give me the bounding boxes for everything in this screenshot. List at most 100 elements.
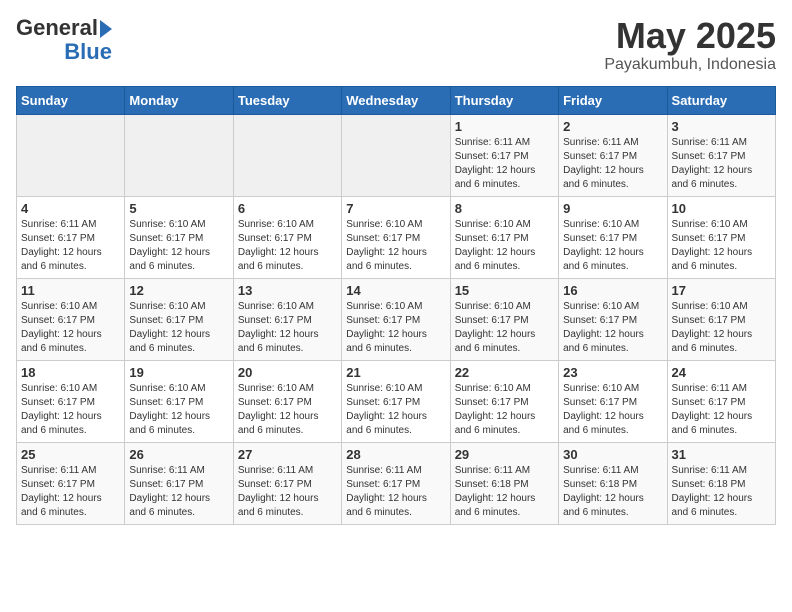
logo-general: General [16, 16, 98, 40]
day-info: Sunrise: 6:10 AM Sunset: 6:17 PM Dayligh… [129, 218, 228, 274]
calendar-cell: 13 Sunrise: 6:10 AM Sunset: 6:17 PM Dayli… [233, 278, 341, 360]
day-number: 25 [21, 447, 120, 462]
day-number: 28 [346, 447, 445, 462]
day-number: 22 [455, 365, 554, 380]
calendar-cell: 8 Sunrise: 6:10 AM Sunset: 6:17 PM Daylig… [450, 196, 558, 278]
day-header-friday: Friday [559, 86, 667, 114]
calendar-cell: 11 Sunrise: 6:10 AM Sunset: 6:17 PM Dayli… [17, 278, 125, 360]
day-info: Sunrise: 6:10 AM Sunset: 6:17 PM Dayligh… [455, 218, 554, 274]
day-info: Sunrise: 6:11 AM Sunset: 6:17 PM Dayligh… [672, 382, 771, 438]
calendar-title: May 2025 [604, 16, 776, 56]
day-info: Sunrise: 6:10 AM Sunset: 6:17 PM Dayligh… [238, 382, 337, 438]
day-number: 7 [346, 201, 445, 216]
calendar-cell [233, 114, 341, 196]
day-info: Sunrise: 6:11 AM Sunset: 6:17 PM Dayligh… [21, 464, 120, 520]
day-info: Sunrise: 6:10 AM Sunset: 6:17 PM Dayligh… [129, 382, 228, 438]
day-number: 31 [672, 447, 771, 462]
day-info: Sunrise: 6:11 AM Sunset: 6:17 PM Dayligh… [672, 136, 771, 192]
day-info: Sunrise: 6:10 AM Sunset: 6:17 PM Dayligh… [129, 300, 228, 356]
calendar-cell: 14 Sunrise: 6:10 AM Sunset: 6:17 PM Dayli… [342, 278, 450, 360]
day-header-saturday: Saturday [667, 86, 775, 114]
calendar-cell: 16Sunrise: 6:10 AM Sunset: 6:17 PM Dayli… [559, 278, 667, 360]
day-number: 29 [455, 447, 554, 462]
day-number: 20 [238, 365, 337, 380]
calendar-cell: 19 Sunrise: 6:10 AM Sunset: 6:17 PM Dayli… [125, 360, 233, 442]
page-header: General Blue May 2025 Payakumbuh, Indone… [16, 16, 776, 74]
day-number: 5 [129, 201, 228, 216]
calendar-cell: 7 Sunrise: 6:10 AM Sunset: 6:17 PM Daylig… [342, 196, 450, 278]
day-info: Sunrise: 6:10 AM Sunset: 6:17 PM Dayligh… [346, 382, 445, 438]
day-number: 6 [238, 201, 337, 216]
day-info: Sunrise: 6:10 AM Sunset: 6:17 PM Dayligh… [563, 218, 662, 274]
calendar-cell: 23Sunrise: 6:10 AM Sunset: 6:17 PM Dayli… [559, 360, 667, 442]
calendar-cell: 26Sunrise: 6:11 AM Sunset: 6:17 PM Dayli… [125, 442, 233, 524]
calendar-table: SundayMondayTuesdayWednesdayThursdayFrid… [16, 86, 776, 525]
day-number: 17 [672, 283, 771, 298]
day-header-row: SundayMondayTuesdayWednesdayThursdayFrid… [17, 86, 776, 114]
day-info: Sunrise: 6:11 AM Sunset: 6:17 PM Dayligh… [346, 464, 445, 520]
calendar-cell: 9 Sunrise: 6:10 AM Sunset: 6:17 PM Daylig… [559, 196, 667, 278]
day-header-thursday: Thursday [450, 86, 558, 114]
calendar-cell: 27Sunrise: 6:11 AM Sunset: 6:17 PM Dayli… [233, 442, 341, 524]
day-info: Sunrise: 6:10 AM Sunset: 6:17 PM Dayligh… [563, 382, 662, 438]
calendar-subtitle: Payakumbuh, Indonesia [604, 56, 776, 74]
day-number: 13 [238, 283, 337, 298]
calendar-cell [342, 114, 450, 196]
logo-arrow-icon [100, 20, 112, 38]
calendar-cell: 18Sunrise: 6:10 AM Sunset: 6:17 PM Dayli… [17, 360, 125, 442]
day-number: 8 [455, 201, 554, 216]
calendar-cell: 2Sunrise: 6:11 AM Sunset: 6:17 PM Daylig… [559, 114, 667, 196]
day-info: Sunrise: 6:10 AM Sunset: 6:17 PM Dayligh… [346, 218, 445, 274]
day-info: Sunrise: 6:10 AM Sunset: 6:17 PM Dayligh… [21, 300, 120, 356]
calendar-cell: 3 Sunrise: 6:11 AM Sunset: 6:17 PM Daylig… [667, 114, 775, 196]
day-info: Sunrise: 6:10 AM Sunset: 6:17 PM Dayligh… [238, 218, 337, 274]
logo: General Blue [16, 16, 112, 64]
day-number: 15 [455, 283, 554, 298]
calendar-cell: 24 Sunrise: 6:11 AM Sunset: 6:17 PM Dayli… [667, 360, 775, 442]
calendar-cell: 15Sunrise: 6:10 AM Sunset: 6:17 PM Dayli… [450, 278, 558, 360]
calendar-cell: 31 Sunrise: 6:11 AM Sunset: 6:18 PM Dayli… [667, 442, 775, 524]
day-info: Sunrise: 6:11 AM Sunset: 6:18 PM Dayligh… [563, 464, 662, 520]
day-header-monday: Monday [125, 86, 233, 114]
calendar-cell: 28 Sunrise: 6:11 AM Sunset: 6:17 PM Dayli… [342, 442, 450, 524]
calendar-cell: 20 Sunrise: 6:10 AM Sunset: 6:17 PM Dayli… [233, 360, 341, 442]
day-info: Sunrise: 6:10 AM Sunset: 6:17 PM Dayligh… [672, 218, 771, 274]
calendar-cell [17, 114, 125, 196]
day-number: 19 [129, 365, 228, 380]
title-block: May 2025 Payakumbuh, Indonesia [604, 16, 776, 74]
day-header-wednesday: Wednesday [342, 86, 450, 114]
calendar-cell: 4 Sunrise: 6:11 AM Sunset: 6:17 PM Daylig… [17, 196, 125, 278]
day-number: 24 [672, 365, 771, 380]
day-number: 14 [346, 283, 445, 298]
calendar-cell: 10 Sunrise: 6:10 AM Sunset: 6:17 PM Dayli… [667, 196, 775, 278]
day-number: 18 [21, 365, 120, 380]
day-header-sunday: Sunday [17, 86, 125, 114]
day-info: Sunrise: 6:10 AM Sunset: 6:17 PM Dayligh… [672, 300, 771, 356]
day-info: Sunrise: 6:11 AM Sunset: 6:18 PM Dayligh… [455, 464, 554, 520]
day-number: 10 [672, 201, 771, 216]
day-number: 3 [672, 119, 771, 134]
day-number: 16 [563, 283, 662, 298]
calendar-cell: 29 Sunrise: 6:11 AM Sunset: 6:18 PM Dayli… [450, 442, 558, 524]
day-info: Sunrise: 6:11 AM Sunset: 6:17 PM Dayligh… [129, 464, 228, 520]
calendar-cell: 30 Sunrise: 6:11 AM Sunset: 6:18 PM Dayli… [559, 442, 667, 524]
day-number: 11 [21, 283, 120, 298]
calendar-cell: 6 Sunrise: 6:10 AM Sunset: 6:17 PM Daylig… [233, 196, 341, 278]
day-info: Sunrise: 6:10 AM Sunset: 6:17 PM Dayligh… [238, 300, 337, 356]
day-number: 30 [563, 447, 662, 462]
day-info: Sunrise: 6:10 AM Sunset: 6:17 PM Dayligh… [455, 382, 554, 438]
day-info: Sunrise: 6:11 AM Sunset: 6:17 PM Dayligh… [563, 136, 662, 192]
day-info: Sunrise: 6:11 AM Sunset: 6:17 PM Dayligh… [21, 218, 120, 274]
day-info: Sunrise: 6:11 AM Sunset: 6:18 PM Dayligh… [672, 464, 771, 520]
week-row-2: 4 Sunrise: 6:11 AM Sunset: 6:17 PM Daylig… [17, 196, 776, 278]
day-number: 9 [563, 201, 662, 216]
calendar-cell: 1Sunrise: 6:11 AM Sunset: 6:17 PM Daylig… [450, 114, 558, 196]
week-row-1: 1Sunrise: 6:11 AM Sunset: 6:17 PM Daylig… [17, 114, 776, 196]
day-number: 21 [346, 365, 445, 380]
day-info: Sunrise: 6:10 AM Sunset: 6:17 PM Dayligh… [346, 300, 445, 356]
calendar-cell: 17 Sunrise: 6:10 AM Sunset: 6:17 PM Dayli… [667, 278, 775, 360]
calendar-cell: 22 Sunrise: 6:10 AM Sunset: 6:17 PM Dayli… [450, 360, 558, 442]
calendar-cell: 21 Sunrise: 6:10 AM Sunset: 6:17 PM Dayli… [342, 360, 450, 442]
day-number: 4 [21, 201, 120, 216]
day-number: 27 [238, 447, 337, 462]
